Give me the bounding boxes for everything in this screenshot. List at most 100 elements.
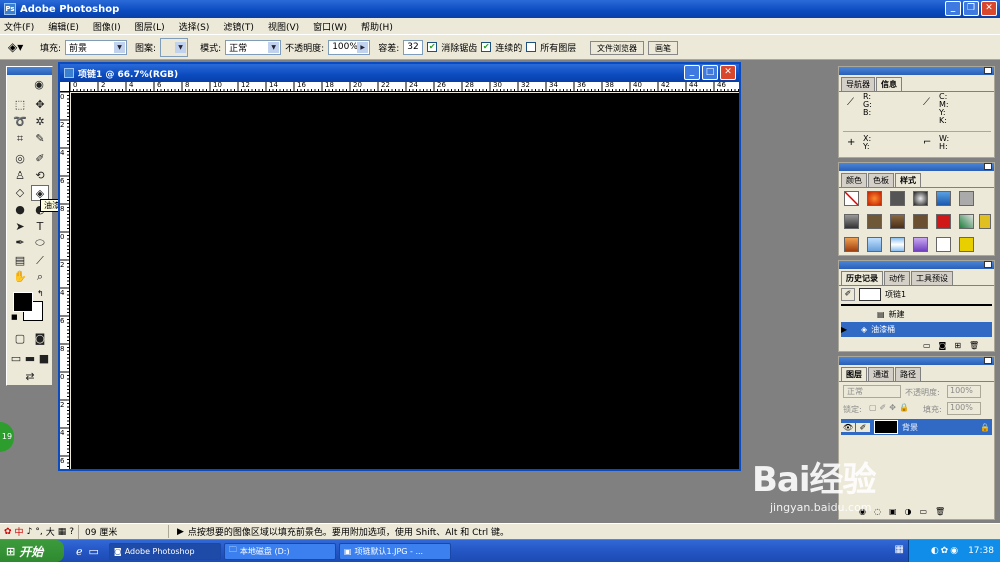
style-swatch[interactable] [890, 191, 905, 206]
tray-icons[interactable]: ◐✿◉ [931, 546, 960, 556]
screen-mode-full-menu-icon[interactable]: ▬ [23, 351, 37, 367]
lasso-tool-icon[interactable]: ➰ [11, 114, 29, 130]
marquee-tool-icon[interactable]: ⬚ [11, 97, 29, 113]
layer-fill-input[interactable]: 100% [947, 402, 981, 415]
zoom-tool-icon[interactable]: ⌕ [31, 269, 49, 285]
style-swatch[interactable] [936, 191, 951, 206]
history-snapshot[interactable]: ✐ 项链1 [841, 287, 992, 302]
foreground-color-swatch[interactable] [13, 292, 33, 312]
opacity-input[interactable]: 100% ▶ [328, 39, 371, 55]
restore-button[interactable]: ❐ [963, 1, 979, 16]
panel-minimize-icon[interactable] [984, 261, 992, 268]
screen-mode-standard-icon[interactable]: ▭ [9, 351, 23, 367]
panel-minimize-icon[interactable] [984, 67, 992, 74]
menu-window[interactable]: 窗口(W) [313, 20, 347, 33]
fill-select[interactable]: 前景 ▼ [65, 39, 128, 55]
style-swatch[interactable] [959, 237, 974, 252]
history-footer-buttons[interactable]: ▭◙⊞🗑 [923, 341, 987, 350]
style-swatch[interactable] [913, 191, 928, 206]
mode-select[interactable]: 正常 ▼ [225, 39, 282, 55]
clock[interactable]: 17:38 [968, 546, 994, 556]
ime-keyboard-icon[interactable]: ▦ [58, 527, 67, 537]
contiguous-checkbox[interactable]: ✔ [481, 42, 492, 52]
antialias-checkbox[interactable]: ✔ [427, 42, 438, 52]
tray-keyboard-icon[interactable]: ▦ [895, 544, 904, 555]
image-canvas[interactable] [71, 93, 739, 469]
history-brush-tool-icon[interactable]: ⟲ [31, 168, 49, 184]
tab-navigator[interactable]: 导航器 [841, 77, 875, 91]
history-brush-source-icon[interactable]: ✐ [841, 288, 855, 301]
paint-bucket-tool-preset-icon[interactable]: ◈▾ [8, 40, 30, 54]
layer-row-background[interactable]: 👁 ✐ 背景 🔒 [841, 419, 992, 435]
style-swatch[interactable] [890, 214, 905, 229]
menu-file[interactable]: 文件(F) [4, 20, 34, 33]
ime-help-icon[interactable]: ? [69, 527, 74, 537]
style-swatch[interactable] [959, 214, 974, 229]
healing-brush-tool-icon[interactable]: ◎ [11, 151, 29, 167]
doc-close-button[interactable]: ✕ [720, 65, 736, 80]
panel-header[interactable] [839, 357, 994, 365]
tab-layers[interactable]: 图层 [841, 367, 867, 381]
menu-edit[interactable]: 编辑(E) [48, 20, 79, 33]
style-none-swatch[interactable] [844, 191, 859, 206]
ruler-origin[interactable] [60, 82, 70, 92]
brushes-palette-tab[interactable]: 画笔 [648, 41, 678, 55]
tab-info[interactable]: 信息 [876, 77, 902, 91]
blend-mode-select[interactable]: 正常 [843, 385, 901, 398]
style-swatch[interactable] [959, 191, 974, 206]
swap-colors-icon[interactable]: ↰ [37, 289, 44, 298]
doc-maximize-button[interactable]: □ [702, 65, 718, 80]
screen-mode-full-icon[interactable]: ■ [37, 351, 51, 367]
style-swatch[interactable] [979, 214, 991, 229]
style-swatch[interactable] [913, 214, 928, 229]
toolbox-header[interactable] [7, 67, 52, 75]
ime-punct-icon[interactable]: ♪ [27, 527, 33, 537]
panel-minimize-icon[interactable] [984, 357, 992, 364]
crop-tool-icon[interactable]: ⌗ [11, 131, 29, 147]
start-button[interactable]: ⊞ 开始 [0, 540, 64, 562]
clone-stamp-tool-icon[interactable]: ♙ [11, 168, 29, 184]
history-state[interactable]: ▤ 新建 [841, 307, 992, 322]
menu-layer[interactable]: 图层(L) [135, 20, 165, 33]
tolerance-input[interactable]: 32 [403, 39, 424, 55]
history-brush-source-icon[interactable]: ▶ [841, 325, 855, 334]
ime-mode[interactable]: 中 [15, 525, 24, 538]
jump-to-imageready-icon[interactable]: ⇄ [11, 369, 49, 385]
style-swatch[interactable] [867, 214, 882, 229]
vertical-ruler[interactable]: 0 2 4 6 8 0 2 4 6 8 0 2 4 6 [60, 92, 70, 469]
app-title-bar[interactable]: Ps Adobe Photoshop _ ❐ ✕ [0, 0, 1000, 18]
taskbar-item-local-disk[interactable]: 🗀 本地磁盘 (D:) [223, 542, 336, 560]
standard-mode-icon[interactable]: ▢ [11, 331, 29, 347]
tab-paths[interactable]: 路径 [895, 367, 921, 381]
quick-mask-mode-icon[interactable]: ◙ [31, 331, 49, 347]
default-colors-icon[interactable]: ■ [11, 313, 18, 321]
ime-toolbar[interactable]: ✿ 中 ♪ °, 大 ▦ ? [0, 524, 79, 539]
horizontal-ruler[interactable]: 0 2 4 6 8 10 12 14 16 18 20 22 24 26 28 … [70, 82, 739, 92]
style-swatch[interactable] [913, 237, 928, 252]
layer-opacity-input[interactable]: 100% [947, 385, 981, 398]
close-button[interactable]: ✕ [981, 1, 997, 16]
history-state-selected[interactable]: ▶ ◈ 油漆桶 [841, 322, 992, 337]
quicklaunch-desktop-icon[interactable]: ▭ [89, 545, 99, 558]
eyedropper-tool-icon[interactable]: ⟋ [31, 253, 49, 269]
lock-icons[interactable]: ▢✐✥🔒 [869, 403, 912, 412]
document-size[interactable]: 09 厘米 [79, 525, 169, 538]
tab-tool-presets[interactable]: 工具预设 [911, 271, 953, 285]
tab-history[interactable]: 历史记录 [841, 271, 883, 285]
adobe-online-icon[interactable]: ◉ [27, 77, 51, 93]
move-tool-icon[interactable]: ✥ [31, 97, 49, 113]
style-swatch[interactable] [936, 214, 951, 229]
style-swatch[interactable] [844, 214, 859, 229]
style-swatch[interactable] [890, 237, 905, 252]
menu-image[interactable]: 图像(I) [93, 20, 121, 33]
eye-icon[interactable]: 👁 [841, 422, 855, 432]
style-swatch[interactable] [867, 191, 882, 206]
ime-logo-icon[interactable]: ✿ [4, 527, 12, 537]
ime-shape-icon[interactable]: 大 [46, 525, 55, 538]
quicklaunch-ie-icon[interactable]: ℯ [76, 545, 83, 558]
doc-minimize-button[interactable]: _ [684, 65, 700, 80]
hand-tool-icon[interactable]: ✋ [11, 269, 29, 285]
path-selection-tool-icon[interactable]: ➤ [11, 219, 29, 235]
taskbar-item-image-viewer[interactable]: ▣ 项链默认1.JPG - ... [338, 542, 451, 560]
menu-view[interactable]: 视图(V) [268, 20, 299, 33]
